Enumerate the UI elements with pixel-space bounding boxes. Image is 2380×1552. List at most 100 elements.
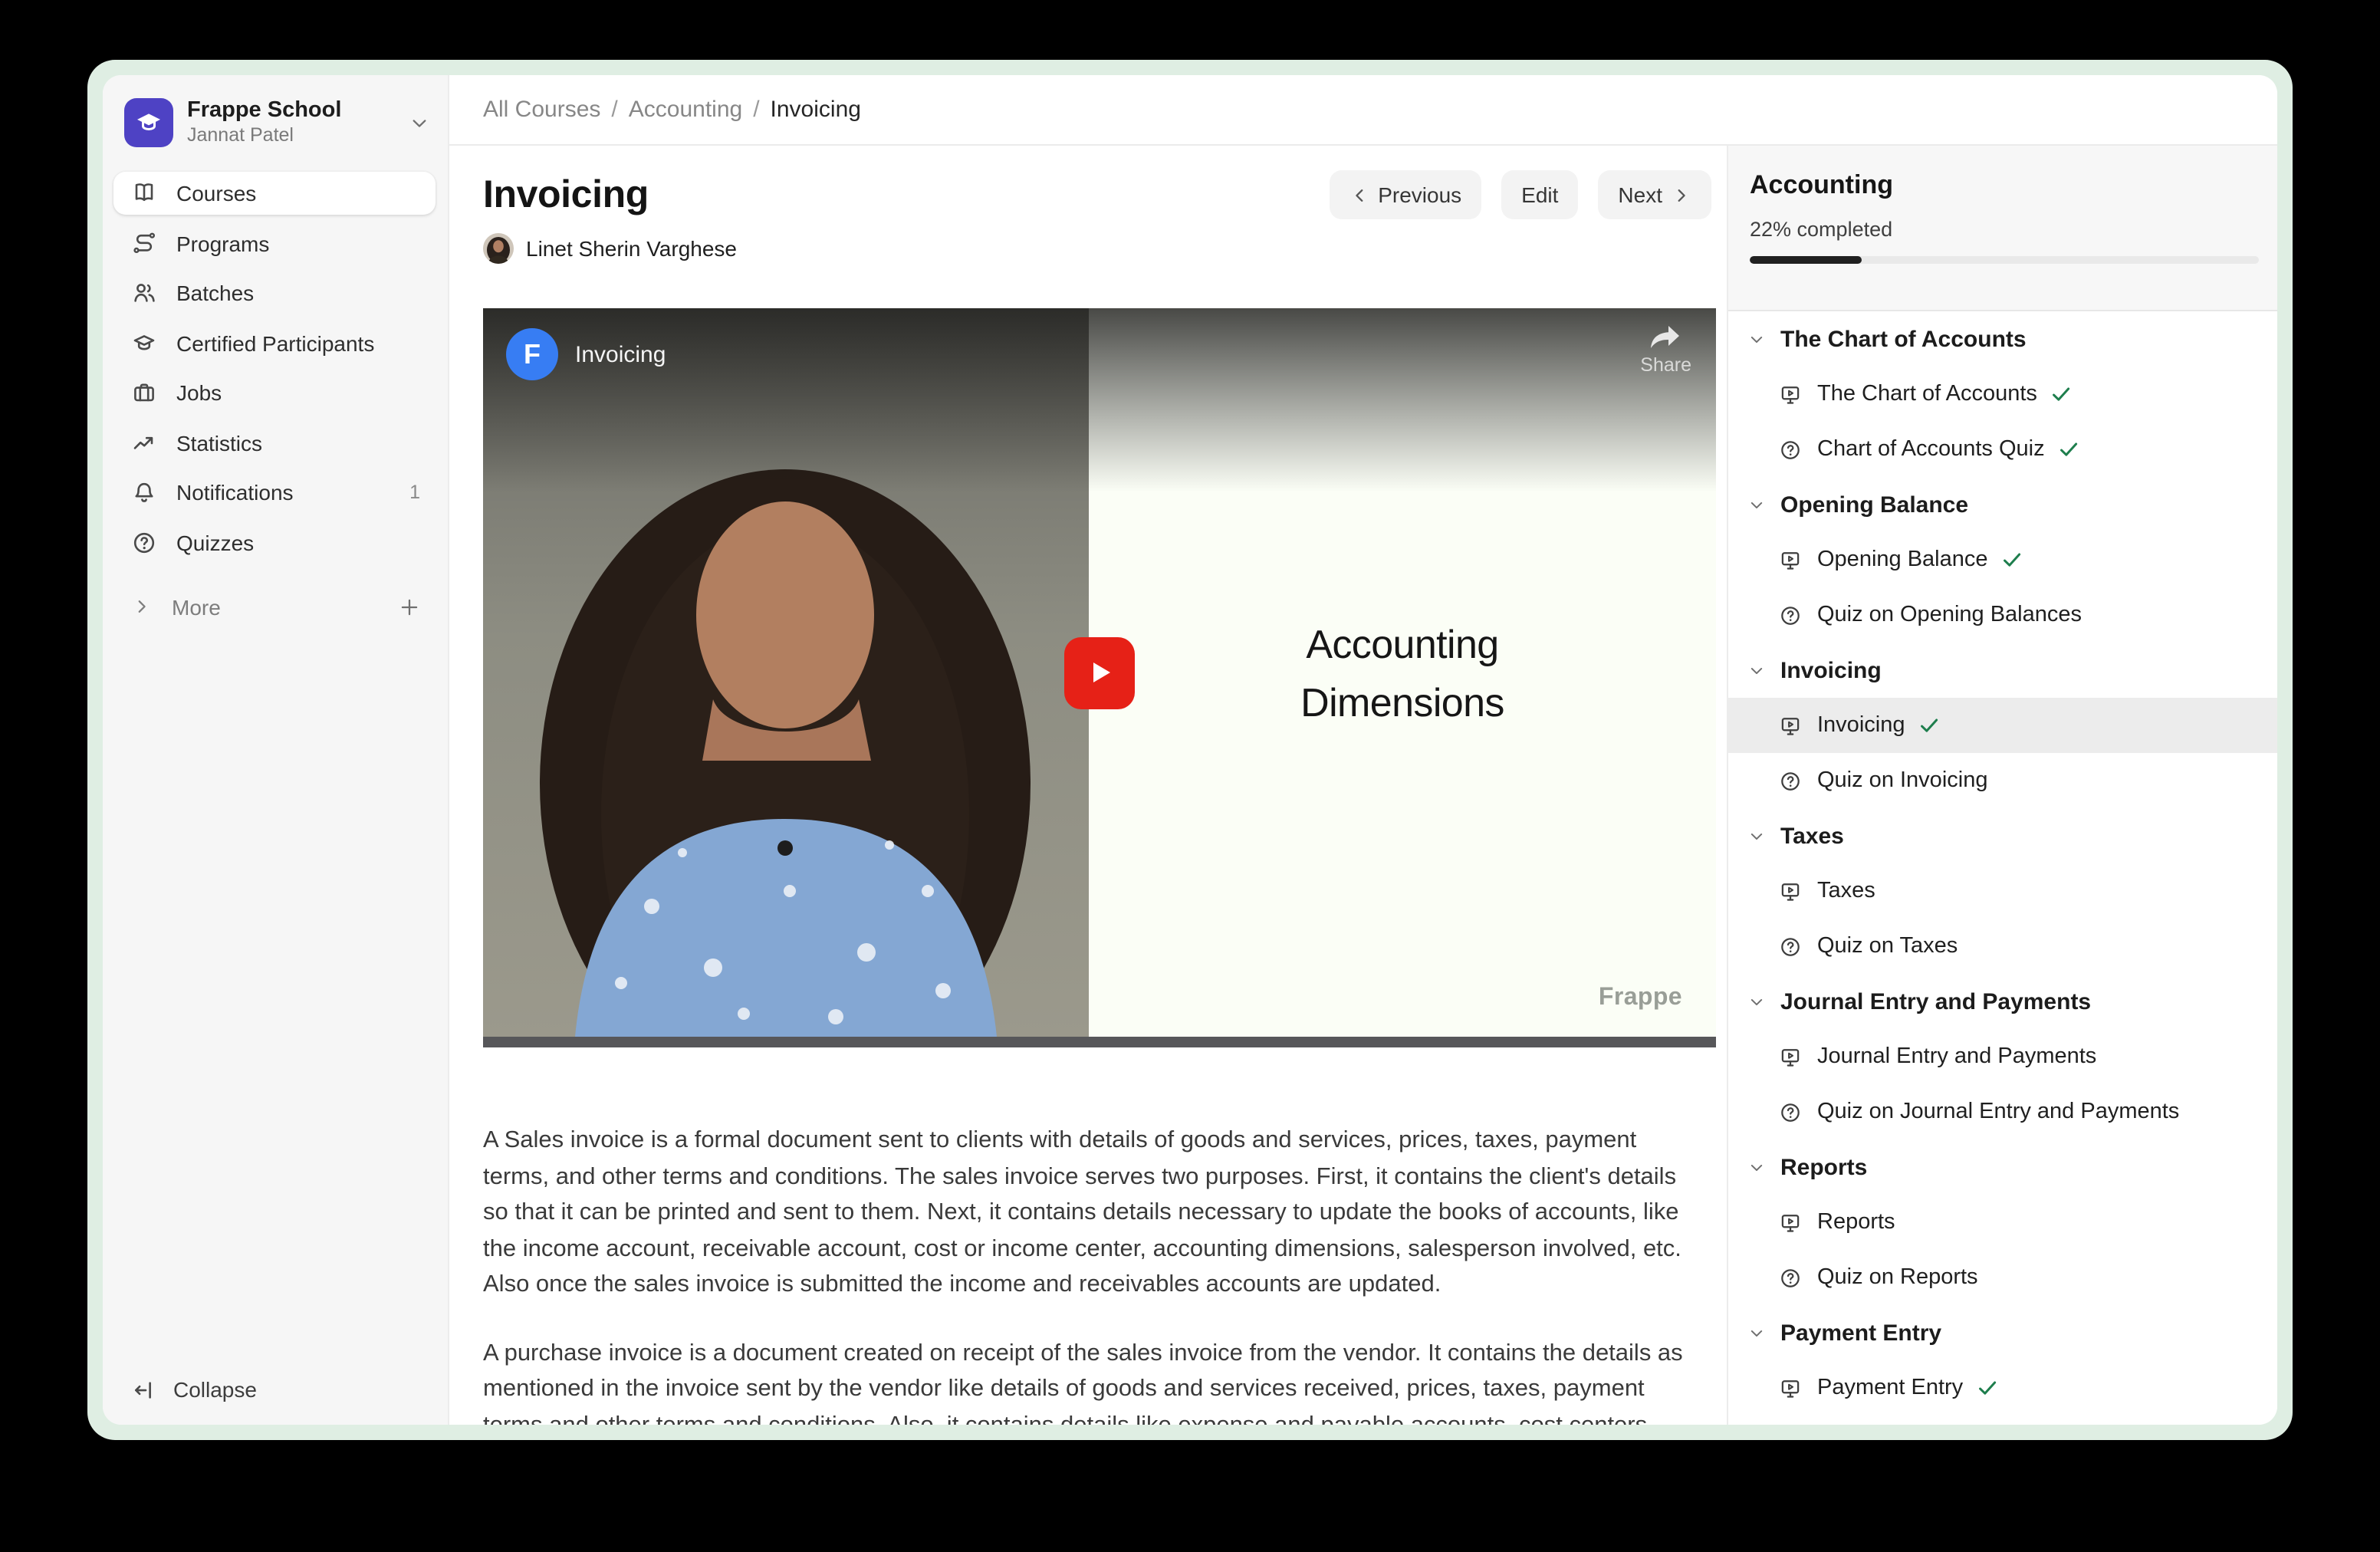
previous-label: Previous (1378, 182, 1461, 207)
video-player[interactable]: Accounting Dimensions Frappe F Invoicing (483, 308, 1716, 1037)
chevron-down-icon (1748, 330, 1765, 347)
outline-quiz-opening-balances[interactable]: Quiz on Opening Balances (1728, 587, 2277, 643)
author-avatar (483, 233, 514, 264)
outline-quiz-invoicing[interactable]: Quiz on Invoicing (1728, 753, 2277, 808)
outline-section-chart-of-accounts[interactable]: The Chart of Accounts (1728, 311, 2277, 367)
edit-button[interactable]: Edit (1501, 170, 1578, 219)
sidebar-item-notifications[interactable]: Notifications 1 (113, 471, 436, 514)
quiz-icon (1779, 935, 1802, 958)
sidebar-item-quizzes[interactable]: Quizzes (113, 521, 436, 564)
outline-section-invoicing[interactable]: Invoicing (1728, 643, 2277, 698)
bell-icon (132, 480, 156, 505)
quiz-icon (1779, 1100, 1802, 1123)
section-title: Payment Entry (1780, 1320, 1941, 1346)
outline-quiz-chart-of-accounts-quiz[interactable]: Chart of Accounts Quiz (1728, 422, 2277, 477)
sidebar-menu: Courses Programs Batches Certified Parti… (103, 163, 448, 564)
quiz-icon (1779, 1266, 1802, 1289)
edit-label: Edit (1521, 182, 1558, 207)
outline-section-journal-entry-and-payments[interactable]: Journal Entry and Payments (1728, 974, 2277, 1029)
outline-lesson-reports[interactable]: Reports (1728, 1195, 2277, 1250)
outline-lesson-invoicing-active[interactable]: Invoicing (1728, 698, 2277, 753)
section-title: Taxes (1780, 823, 1844, 849)
outline-lesson-journal-entry-and-payments[interactable]: Journal Entry and Payments (1728, 1029, 2277, 1084)
sidebar-more-toggle[interactable]: More (113, 585, 436, 628)
frappe-watermark: Frappe (1599, 985, 1682, 1012)
sidebar-item-courses[interactable]: Courses (113, 172, 436, 215)
video-title[interactable]: Invoicing (575, 341, 666, 367)
previous-button[interactable]: Previous (1329, 170, 1481, 219)
course-outline-panel: Accounting 22% completed The Chart of Ac… (1727, 146, 2277, 1425)
sidebar-item-label: Jobs (176, 380, 420, 405)
outline-section-payment-entry[interactable]: Payment Entry (1728, 1305, 2277, 1360)
breadcrumb-separator: / (611, 97, 617, 123)
outline-lesson-taxes[interactable]: Taxes (1728, 863, 2277, 919)
outline-quiz-journal-entry-and-payments[interactable]: Quiz on Journal Entry and Payments (1728, 1084, 2277, 1139)
check-icon (2059, 439, 2080, 460)
page-title: Invoicing (483, 173, 649, 217)
help-circle-icon (132, 530, 156, 554)
lesson-label: The Chart of Accounts (1817, 382, 2037, 406)
outline-quiz-taxes[interactable]: Quiz on Taxes (1728, 919, 2277, 974)
quiz-icon (1779, 769, 1802, 792)
sidebar-item-statistics[interactable]: Statistics (113, 421, 436, 464)
sidebar-item-label: Quizzes (176, 530, 420, 554)
check-icon (1918, 715, 1940, 736)
graduation-cap-icon (133, 107, 164, 138)
chevron-down-icon (1748, 1324, 1765, 1341)
window-frame: Frappe School Jannat Patel Courses Progr… (87, 60, 2293, 1440)
video-titlebar: F Invoicing (506, 328, 666, 380)
lesson-video-icon (1779, 714, 1802, 737)
check-icon (2002, 549, 2023, 570)
presenter-silhouette (483, 308, 1089, 1037)
graduation-cap-icon (132, 330, 156, 355)
outline-lesson-opening-balance[interactable]: Opening Balance (1728, 532, 2277, 587)
quiz-label: Chart of Accounts Quiz (1817, 437, 2045, 462)
breadcrumb-all-courses[interactable]: All Courses (483, 97, 600, 123)
lesson-video-icon (1779, 1211, 1802, 1234)
chevron-down-icon (409, 113, 429, 133)
next-label: Next (1618, 182, 1662, 207)
channel-avatar[interactable]: F (506, 328, 558, 380)
outline-quiz-reports[interactable]: Quiz on Reports (1728, 1250, 2277, 1305)
sidebar-item-certified-participants[interactable]: Certified Participants (113, 321, 436, 364)
quiz-label: Quiz on Reports (1817, 1265, 1978, 1290)
notification-count: 1 (409, 482, 420, 503)
lesson-video-icon (1779, 880, 1802, 903)
outline-section-reports[interactable]: Reports (1728, 1139, 2277, 1195)
course-title: Accounting (1750, 170, 2259, 201)
progress-track (1750, 256, 2259, 264)
lesson-video-icon (1779, 383, 1802, 406)
play-button[interactable] (1064, 636, 1135, 709)
outline-lesson-the-chart-of-accounts[interactable]: The Chart of Accounts (1728, 367, 2277, 422)
breadcrumb-accounting[interactable]: Accounting (629, 97, 742, 123)
lesson-label: Reports (1817, 1210, 1895, 1235)
route-icon (132, 231, 156, 255)
chevron-down-icon (1748, 993, 1765, 1010)
more-label: More (172, 594, 399, 619)
book-open-icon (132, 181, 156, 206)
lesson-video-icon (1779, 548, 1802, 571)
sidebar-item-jobs[interactable]: Jobs (113, 371, 436, 414)
outline-lesson-payment-entry[interactable]: Payment Entry (1728, 1360, 2277, 1416)
chevron-down-icon (1748, 662, 1765, 679)
collapse-sidebar-button[interactable]: Collapse (113, 1366, 275, 1412)
share-button[interactable]: Share (1640, 324, 1691, 376)
plus-icon[interactable] (399, 596, 420, 617)
progress-fill (1750, 256, 1862, 264)
breadcrumb-current: Invoicing (771, 97, 861, 123)
collapse-label: Collapse (173, 1377, 257, 1402)
chevron-down-icon (1748, 827, 1765, 844)
video-progress-bar[interactable] (483, 1037, 1716, 1047)
slide-title: Accounting Dimensions (1300, 614, 1504, 731)
screen: Frappe School Jannat Patel Courses Progr… (0, 0, 2380, 1552)
video-slide-area: Accounting Dimensions Frappe (1089, 308, 1716, 1037)
sidebar-item-label: Batches (176, 281, 420, 305)
sidebar-item-label: Statistics (176, 430, 420, 455)
sidebar-item-programs[interactable]: Programs (113, 222, 436, 265)
sidebar-item-batches[interactable]: Batches (113, 271, 436, 314)
next-button[interactable]: Next (1598, 170, 1711, 219)
outline-section-taxes[interactable]: Taxes (1728, 808, 2277, 863)
lesson-video-icon (1779, 1045, 1802, 1068)
outline-section-opening-balance[interactable]: Opening Balance (1728, 477, 2277, 532)
workspace-switcher[interactable]: Frappe School Jannat Patel (103, 75, 448, 163)
